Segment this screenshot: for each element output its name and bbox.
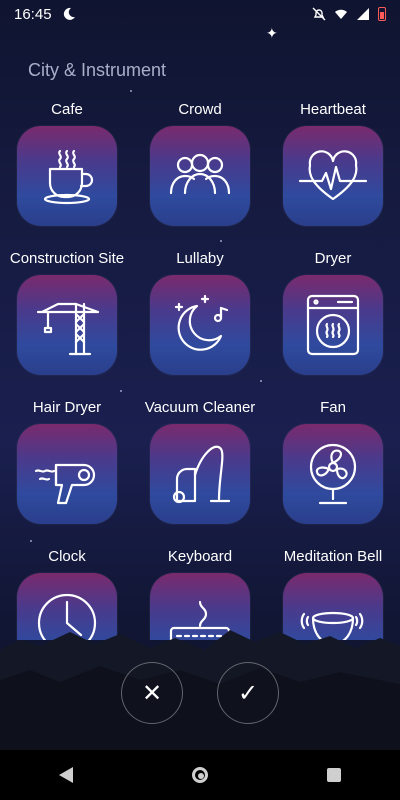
signal-icon [356,7,370,21]
sound-tile-crowd[interactable]: Crowd [133,100,267,226]
sound-tile-cafe[interactable]: Cafe [0,100,134,226]
sound-label: Clock [48,548,86,565]
crane-icon [36,302,100,356]
sound-tile-heartbeat[interactable]: Heartbeat [266,100,400,226]
sound-button[interactable] [283,424,383,524]
sound-tile-dryer[interactable]: Dryer [266,249,400,375]
sound-grid: Cafe Crowd Heartbeat Construction Site L… [0,100,400,640]
status-bar: 16:45 [0,0,400,28]
system-navigation-bar [0,750,400,800]
vacuum-icon [172,445,231,504]
app-screen: ✦ 16:45 City & Instrument Cafe Crowd Hea… [0,0,400,800]
back-icon[interactable] [59,767,74,783]
wifi-icon [334,7,348,21]
home-icon[interactable] [191,767,208,783]
sound-label: Meditation Bell [283,548,383,565]
sound-label: Crowd [178,101,222,118]
sound-button[interactable] [150,275,250,375]
sound-label: Hair Dryer [32,399,102,416]
sound-button[interactable] [150,126,250,226]
sound-label: Construction Site [9,250,125,267]
heartbeat-icon [298,150,368,201]
recent-apps-icon[interactable] [326,768,341,782]
sound-tile-lullaby[interactable]: Lullaby [133,249,267,375]
sound-tile-hair-dryer[interactable]: Hair Dryer [0,398,134,524]
sound-label: Fan [320,399,346,416]
sound-button[interactable] [17,424,117,524]
moon-icon [62,7,76,21]
sound-label: Cafe [51,101,83,118]
dryer-icon [306,294,360,356]
sound-tile-fan[interactable]: Fan [266,398,400,524]
star-icon: ✦ [266,25,278,41]
sound-label: Dryer [314,250,352,267]
cancel-button[interactable]: ✕ [121,662,183,724]
sound-button[interactable] [283,126,383,226]
sound-button[interactable] [150,424,250,524]
fan-icon [309,443,357,505]
mute-icon [312,7,326,21]
hair-dryer-icon [34,463,96,505]
moon-stars-icon [174,294,229,351]
battery-icon [378,7,386,21]
sound-tile-vacuum-cleaner[interactable]: Vacuum Cleaner [133,398,267,524]
section-title: City & Instrument [28,60,167,80]
clock-time: 16:45 [14,5,52,23]
sound-label: Vacuum Cleaner [144,399,256,416]
sound-tile-construction-site[interactable]: Construction Site [0,249,134,375]
sound-label: Heartbeat [300,101,366,118]
coffee-cup-icon [43,149,94,205]
sound-label: Keyboard [167,548,233,565]
confirm-button[interactable]: ✓ [217,662,279,724]
people-icon [169,153,231,195]
mountain-silhouette [0,610,400,770]
sound-button[interactable] [283,275,383,375]
sound-button[interactable] [17,126,117,226]
sound-label: Lullaby [176,250,224,267]
sound-button[interactable] [17,275,117,375]
